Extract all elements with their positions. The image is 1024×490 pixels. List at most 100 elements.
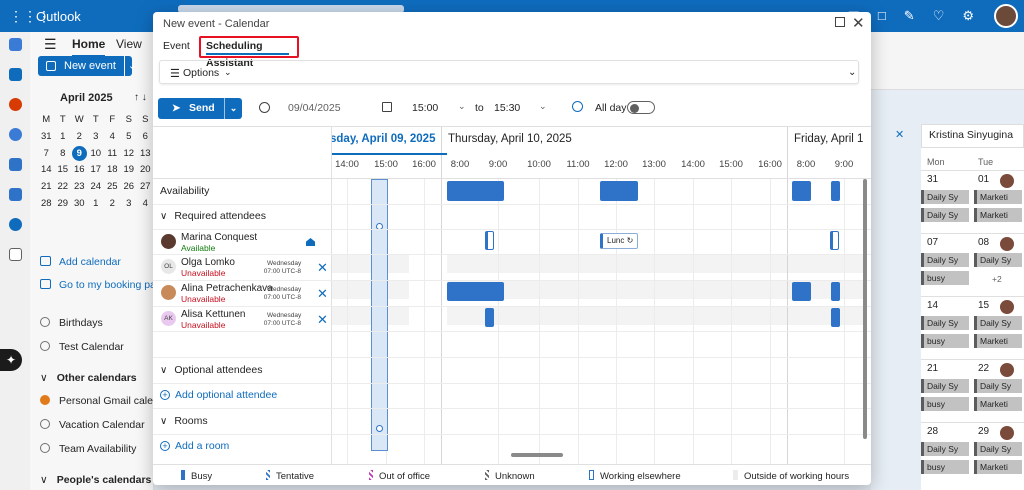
mini-day[interactable]: 18 xyxy=(104,162,121,179)
mini-day[interactable]: 8 xyxy=(55,146,72,163)
other-calendars-heading[interactable]: Other calendars xyxy=(40,372,137,384)
feedback-icon[interactable]: ✎ xyxy=(904,8,915,24)
date-field[interactable]: 09/04/2025 xyxy=(288,102,341,114)
add-optional-attendee-link[interactable]: + Add optional attendee xyxy=(160,389,277,401)
chevron-down-icon[interactable]: ⌄ xyxy=(458,101,466,112)
apps-icon[interactable] xyxy=(9,248,22,261)
busy-block[interactable] xyxy=(831,181,840,201)
mini-day[interactable]: 27 xyxy=(137,179,154,196)
add-room-link[interactable]: + Add a room xyxy=(160,440,229,452)
mini-day[interactable]: 30 xyxy=(71,196,88,213)
popout-icon[interactable] xyxy=(835,17,845,27)
close-icon[interactable]: ✕ xyxy=(852,14,865,32)
send-button[interactable]: ➤ Send ⌄ xyxy=(158,98,242,119)
mini-day[interactable]: 28 xyxy=(38,196,55,213)
event-daily-sync[interactable]: Daily Sy xyxy=(921,253,969,267)
event-chip[interactable]: busy xyxy=(921,334,969,348)
event-chip[interactable]: Marketi xyxy=(974,460,1022,474)
vertical-scrollbar[interactable] xyxy=(863,179,867,439)
tab-home[interactable]: Home xyxy=(72,37,106,57)
busy-block[interactable] xyxy=(792,181,811,201)
busy-block[interactable] xyxy=(447,181,504,201)
optional-attendees-toggle[interactable]: Optional attendees xyxy=(160,364,262,376)
tab-view[interactable]: View xyxy=(116,37,142,51)
mini-calendar-nav[interactable]: ↑ ↓ xyxy=(134,92,147,103)
event-chip[interactable]: busy xyxy=(921,271,969,285)
busy-block[interactable] xyxy=(600,181,638,201)
mini-day[interactable]: 29 xyxy=(55,196,72,213)
event-chip[interactable]: Daily Sy xyxy=(974,379,1022,393)
mini-day[interactable]: 7 xyxy=(38,146,55,163)
selection-end-handle[interactable] xyxy=(376,425,383,432)
event-chip[interactable]: Marketi xyxy=(974,190,1022,204)
note-icon[interactable]: □ xyxy=(878,8,886,24)
day-header[interactable]: sday, April 09, 2025 xyxy=(332,133,435,145)
mini-day[interactable]: 1 xyxy=(55,129,72,146)
event-daily-sync[interactable]: Daily Sy xyxy=(921,316,969,330)
close-icon[interactable]: ✕ xyxy=(895,128,904,141)
busy-block[interactable] xyxy=(485,308,494,327)
copilot-app-icon[interactable] xyxy=(9,98,22,111)
mini-day[interactable]: 31 xyxy=(38,129,55,146)
calendar-item-team[interactable]: Team Availability xyxy=(40,443,136,455)
onedrive-icon[interactable] xyxy=(9,218,22,231)
mini-day[interactable]: 21 xyxy=(38,179,55,196)
event-daily-sync[interactable]: Daily Sy xyxy=(921,379,969,393)
busy-block[interactable] xyxy=(792,282,811,301)
copilot-sparkle-icon[interactable]: ✦ xyxy=(0,349,22,371)
lunch-event[interactable]: Lunc ↻ xyxy=(600,233,638,249)
add-calendar-link[interactable]: Add calendar xyxy=(40,256,121,268)
mini-day[interactable]: 26 xyxy=(121,179,138,196)
mini-day[interactable]: 16 xyxy=(71,162,88,179)
sliders-icon[interactable]: ☰ xyxy=(170,67,180,80)
horizontal-scrollbar[interactable] xyxy=(511,453,563,457)
mini-day[interactable]: 9 xyxy=(71,145,88,163)
event-daily-sync[interactable]: Daily Sy xyxy=(921,442,969,456)
mini-day[interactable]: 12 xyxy=(121,146,138,163)
hamburger-icon[interactable]: ☰ xyxy=(44,36,57,53)
chevron-down-icon[interactable]: ⌄ xyxy=(848,67,856,78)
groups-icon[interactable] xyxy=(9,158,22,171)
mini-day[interactable]: 22 xyxy=(55,179,72,196)
event-chip[interactable]: Daily Sy xyxy=(921,208,969,222)
booking-page-link[interactable]: Go to my booking page xyxy=(40,279,168,291)
todo-icon[interactable] xyxy=(9,188,22,201)
chevron-down-icon[interactable]: ⌄ xyxy=(224,67,232,78)
mini-day[interactable]: 1 xyxy=(88,196,105,213)
start-time-field[interactable]: 15:00 xyxy=(412,102,438,114)
required-attendees-toggle[interactable]: Required attendees xyxy=(160,210,266,222)
mini-day[interactable]: 13 xyxy=(137,146,154,163)
event-chip[interactable]: Daily Sy xyxy=(974,316,1022,330)
gear-icon[interactable]: ⚙ xyxy=(962,8,974,24)
mini-day[interactable]: 11 xyxy=(104,146,121,163)
tab-event[interactable]: Event xyxy=(163,40,190,52)
mini-day[interactable]: 17 xyxy=(88,162,105,179)
mini-day[interactable]: 2 xyxy=(104,196,121,213)
busy-block[interactable] xyxy=(831,308,840,327)
event-chip[interactable]: Daily Sy xyxy=(974,442,1022,456)
peoples-calendars-heading[interactable]: People's calendars xyxy=(40,474,152,486)
mini-day[interactable]: 20 xyxy=(137,162,154,179)
mini-day[interactable]: 5 xyxy=(121,129,138,146)
mini-calendar-month[interactable]: April 2025 xyxy=(60,92,113,104)
calendar-item-test[interactable]: Test Calendar xyxy=(40,341,124,353)
people-icon[interactable] xyxy=(9,128,22,141)
mini-day[interactable]: 25 xyxy=(104,179,121,196)
new-event-button[interactable]: New event ⌄ xyxy=(38,56,137,76)
day-header[interactable]: Friday, April 11, xyxy=(794,133,863,145)
bell-icon[interactable]: ♡ xyxy=(933,8,945,24)
mini-day[interactable]: 14 xyxy=(38,162,55,179)
rooms-toggle[interactable]: Rooms xyxy=(160,415,207,427)
day-header[interactable]: Thursday, April 10, 2025 xyxy=(448,133,572,145)
chevron-down-icon[interactable]: ⌄ xyxy=(124,56,140,76)
mini-day[interactable]: 23 xyxy=(71,179,88,196)
event-chip[interactable]: Marketi xyxy=(974,397,1022,411)
event-chip[interactable]: Daily Sy xyxy=(974,253,1022,267)
calendar-item-birthdays[interactable]: Birthdays xyxy=(40,317,103,329)
mini-day[interactable]: 6 xyxy=(137,129,154,146)
end-time-field[interactable]: 15:30 xyxy=(494,102,520,114)
all-day-toggle[interactable] xyxy=(627,101,655,114)
remove-attendee-icon[interactable]: ✕ xyxy=(317,261,328,274)
event-chip[interactable]: Marketi xyxy=(974,334,1022,348)
mini-day[interactable]: 19 xyxy=(121,162,138,179)
